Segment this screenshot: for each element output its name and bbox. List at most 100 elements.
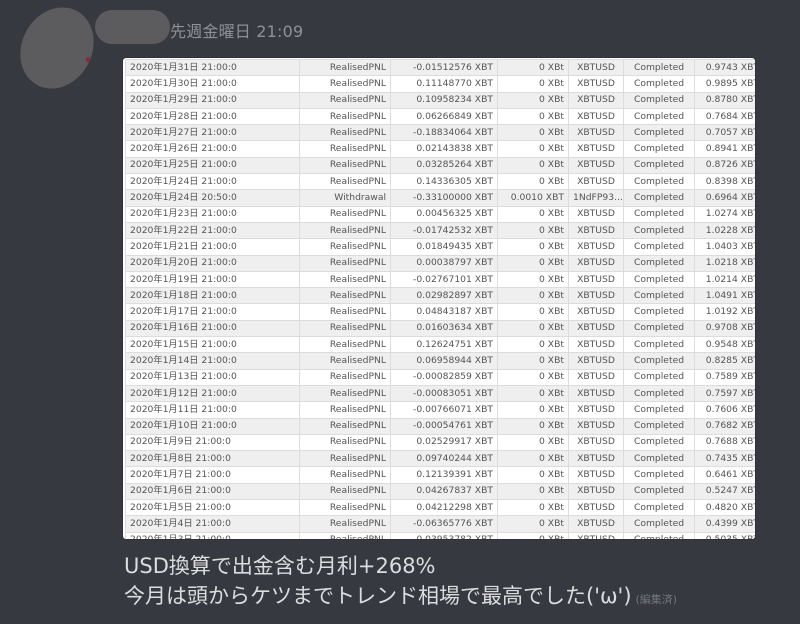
status-cell: Completed	[623, 466, 695, 484]
type-cell: RealisedPNL	[299, 319, 391, 338]
caption-line-1: USD換算で出金含む月利+268%	[124, 554, 436, 578]
amount-cell: -0.01742532 XBT	[390, 221, 498, 240]
date-cell: 2020年1月31日 21:00:0	[125, 58, 300, 77]
status-cell: Completed	[623, 531, 695, 539]
balance-cell: 0.8780 XBT	[694, 91, 755, 109]
date-cell: 2020年1月28日 21:00:0	[125, 107, 300, 126]
username-redacted[interactable]	[95, 10, 170, 44]
balance-cell: 1.0491 XBT	[694, 287, 755, 305]
date-cell: 2020年1月12日 21:00:0	[125, 384, 300, 403]
address-cell: XBTUSD	[568, 531, 624, 539]
fee-cell: 0 XBt	[497, 91, 569, 109]
status-cell: Completed	[623, 270, 695, 289]
type-cell: RealisedPNL	[299, 352, 391, 370]
balance-cell: 0.4820 XBT	[694, 499, 755, 517]
fee-cell: 0 XBt	[497, 221, 569, 240]
table-row: 2020年1月5日 21:00:0 RealisedPNL 0.04212298 X…	[125, 499, 755, 517]
fee-cell: 0 XBt	[497, 124, 569, 142]
type-cell: RealisedPNL	[299, 401, 391, 419]
type-cell: RealisedPNL	[299, 91, 391, 109]
amount-cell: 0.03953782 XBT	[390, 531, 498, 539]
amount-cell: 0.14336305 XBT	[390, 173, 498, 191]
table-row: 2020年1月14日 21:00:0 RealisedPNL 0.06958944 …	[125, 352, 755, 370]
balance-cell: 1.0218 XBT	[694, 254, 755, 272]
address-cell: XBTUSD	[568, 140, 624, 158]
amount-cell: 0.01849435 XBT	[390, 238, 498, 256]
address-cell: XBTUSD	[568, 303, 624, 321]
table-row: 2020年1月9日 21:00:0 RealisedPNL 0.02529917 X…	[125, 433, 755, 452]
attached-image-wallet-history[interactable]: 2020年1月31日 21:00:0 RealisedPNL -0.01512576…	[123, 58, 755, 539]
status-cell: Completed	[623, 91, 695, 109]
address-cell: XBTUSD	[568, 368, 624, 386]
amount-cell: 0.06266849 XBT	[390, 107, 498, 126]
type-cell: RealisedPNL	[299, 433, 391, 452]
address-cell: XBTUSD	[568, 91, 624, 109]
status-cell: Completed	[623, 384, 695, 403]
avatar[interactable]	[6, 0, 108, 102]
address-cell: XBTUSD	[568, 384, 624, 403]
amount-cell: 0.09740244 XBT	[390, 450, 498, 468]
date-cell: 2020年1月4日 21:00:0	[125, 515, 300, 533]
type-cell: RealisedPNL	[299, 531, 391, 539]
status-cell: Completed	[623, 352, 695, 370]
type-cell: RealisedPNL	[299, 124, 391, 142]
status-cell: Completed	[623, 499, 695, 517]
date-cell: 2020年1月30日 21:00:0	[125, 75, 300, 93]
address-cell: XBTUSD	[568, 450, 624, 468]
table-row: 2020年1月3日 21:00:0RealisedPNL0.03953782 X…	[125, 531, 755, 539]
amount-cell: -0.06365776 XBT	[390, 515, 498, 533]
type-cell: RealisedPNL	[299, 221, 391, 240]
status-cell: Completed	[623, 336, 695, 354]
wallet-history-table: 2020年1月31日 21:00:0 RealisedPNL -0.01512576…	[125, 58, 755, 539]
date-cell: 2020年1月25日 21:00:0	[125, 156, 300, 175]
type-cell: RealisedPNL	[299, 205, 391, 223]
balance-cell: 0.4399 XBT	[694, 515, 755, 533]
table-row: 2020年1月20日 21:00:0 RealisedPNL 0.00038797 …	[125, 254, 755, 272]
table-row: 2020年1月29日 21:00:0 RealisedPNL 0.10958234 …	[125, 91, 755, 109]
address-cell: XBTUSD	[568, 336, 624, 354]
type-cell: RealisedPNL	[299, 270, 391, 289]
fee-cell: 0 XBt	[497, 287, 569, 305]
table-row: 2020年1月17日 21:00:0 RealisedPNL 0.04843187 …	[125, 303, 755, 321]
status-cell: Completed	[623, 75, 695, 93]
fee-cell: 0 XBt	[497, 58, 569, 77]
fee-cell: 0 XBt	[497, 205, 569, 223]
amount-cell: -0.18834064 XBT	[390, 124, 498, 142]
type-cell: Withdrawal	[299, 189, 391, 207]
amount-cell: 0.01603634 XBT	[390, 319, 498, 338]
balance-cell: 0.6964 XBT	[694, 189, 755, 207]
status-cell: Completed	[623, 417, 695, 435]
table-row: 2020年1月26日 21:00:0 RealisedPNL 0.02143838 …	[125, 140, 755, 158]
table-row: 2020年1月13日 21:00:0 RealisedPNL -0.00082859…	[125, 368, 755, 386]
table-row: 2020年1月22日 21:00:0 RealisedPNL -0.01742532…	[125, 221, 755, 240]
fee-cell: 0 XBt	[497, 140, 569, 158]
amount-cell: 0.12624751 XBT	[390, 336, 498, 354]
type-cell: RealisedPNL	[299, 515, 391, 533]
amount-cell: -0.02767101 XBT	[390, 270, 498, 289]
date-cell: 2020年1月13日 21:00:0	[125, 368, 300, 386]
amount-cell: 0.10958234 XBT	[390, 91, 498, 109]
address-cell: XBTUSD	[568, 238, 624, 256]
date-cell: 2020年1月27日 21:00:0	[125, 124, 300, 142]
address-cell: XBTUSD	[568, 173, 624, 191]
fee-cell: 0 XBt	[497, 401, 569, 419]
address-cell: XBTUSD	[568, 287, 624, 305]
type-cell: RealisedPNL	[299, 450, 391, 468]
amount-cell: 0.11148770 XBT	[390, 75, 498, 93]
table-row: 2020年1月24日 20:50:0 Withdrawal -0.33100000 …	[125, 189, 755, 207]
status-cell: Completed	[623, 221, 695, 240]
fee-cell: 0 XBt	[497, 368, 569, 386]
balance-cell: 0.5035 XBT	[694, 531, 755, 539]
date-cell: 2020年1月3日 21:00:0	[125, 531, 300, 539]
balance-cell: 0.9708 XBT	[694, 319, 755, 338]
fee-cell: 0 XBt	[497, 384, 569, 403]
amount-cell: -0.00083051 XBT	[390, 384, 498, 403]
status-cell: Completed	[623, 319, 695, 338]
message-timestamp: 先週金曜日 21:09	[170, 22, 304, 41]
status-cell: Completed	[623, 124, 695, 142]
status-cell: Completed	[623, 156, 695, 175]
address-cell: XBTUSD	[568, 499, 624, 517]
status-cell: Completed	[623, 303, 695, 321]
status-cell: Completed	[623, 433, 695, 452]
type-cell: RealisedPNL	[299, 238, 391, 256]
